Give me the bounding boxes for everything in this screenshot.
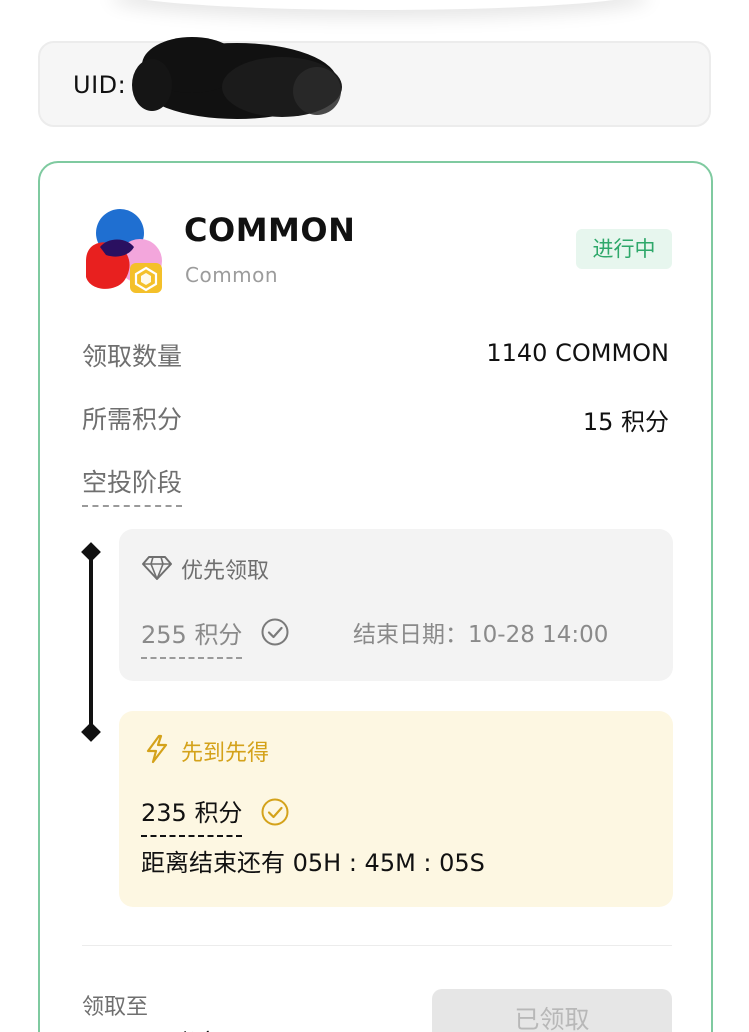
divider xyxy=(82,945,672,946)
stage-fcfs-points[interactable]: 235 积分 xyxy=(141,799,243,837)
uid-box: UID: 7 xyxy=(38,37,711,127)
airdrop-card: COMMON Common 进行中 领取数量 1140 COMMON 所需积分 … xyxy=(38,161,713,1032)
end-date-label: 结束日期： xyxy=(353,622,468,648)
claim-amount-value: 1140 COMMON xyxy=(486,339,669,367)
claimed-button[interactable]: 已领取 xyxy=(432,989,672,1032)
stage-priority: 优先领取 255 积分 结束日期：10-28 14:00 xyxy=(119,529,673,681)
timeline-dot-start xyxy=(81,542,101,562)
token-subtitle: Common xyxy=(185,263,279,287)
status-badge: 进行中 xyxy=(576,229,672,269)
stage-priority-title: 优先领取 xyxy=(181,559,270,584)
airdrop-stage-label[interactable]: 空投阶段 xyxy=(82,468,183,507)
lightning-icon xyxy=(146,734,168,764)
page: UID: 7 COMMON Common 进行中 领取数量 1140 COMMO… xyxy=(0,0,749,1032)
check-circle-icon xyxy=(261,618,289,646)
claim-to-label: 领取至 xyxy=(82,995,149,1020)
stage-fcfs-title: 先到先得 xyxy=(181,741,270,766)
claim-to-value: 账户 xyxy=(172,1023,220,1032)
airdrop-stage-label-wrap[interactable]: 空投阶段 xyxy=(82,463,183,507)
stage-priority-points[interactable]: 255 积分 xyxy=(141,621,243,659)
token-name: COMMON xyxy=(184,211,356,249)
check-circle-icon xyxy=(261,798,289,826)
timeline-line xyxy=(89,552,93,732)
claim-amount-label: 领取数量 xyxy=(82,342,183,371)
required-points-label: 所需积分 xyxy=(82,405,183,434)
end-date-value: 10-28 14:00 xyxy=(468,622,609,648)
required-points-value: 15 积分 xyxy=(582,408,669,436)
countdown-text: 距离结束还有 05H : 45M : 05S xyxy=(141,849,485,877)
diamond-icon xyxy=(142,556,172,580)
redaction-scribble xyxy=(132,37,342,119)
top-shadow xyxy=(110,0,650,10)
timeline-dot-end xyxy=(81,722,101,742)
stage-priority-end: 结束日期：10-28 14:00 xyxy=(353,615,608,649)
common-token-logo xyxy=(86,209,162,293)
stage-priority-points-wrap[interactable]: 255 积分 xyxy=(141,615,243,659)
stage-fcfs: 先到先得 235 积分 距离结束还有 05H : 45M : 05S xyxy=(119,711,673,907)
stage-fcfs-points-wrap[interactable]: 235 积分 xyxy=(141,793,243,837)
